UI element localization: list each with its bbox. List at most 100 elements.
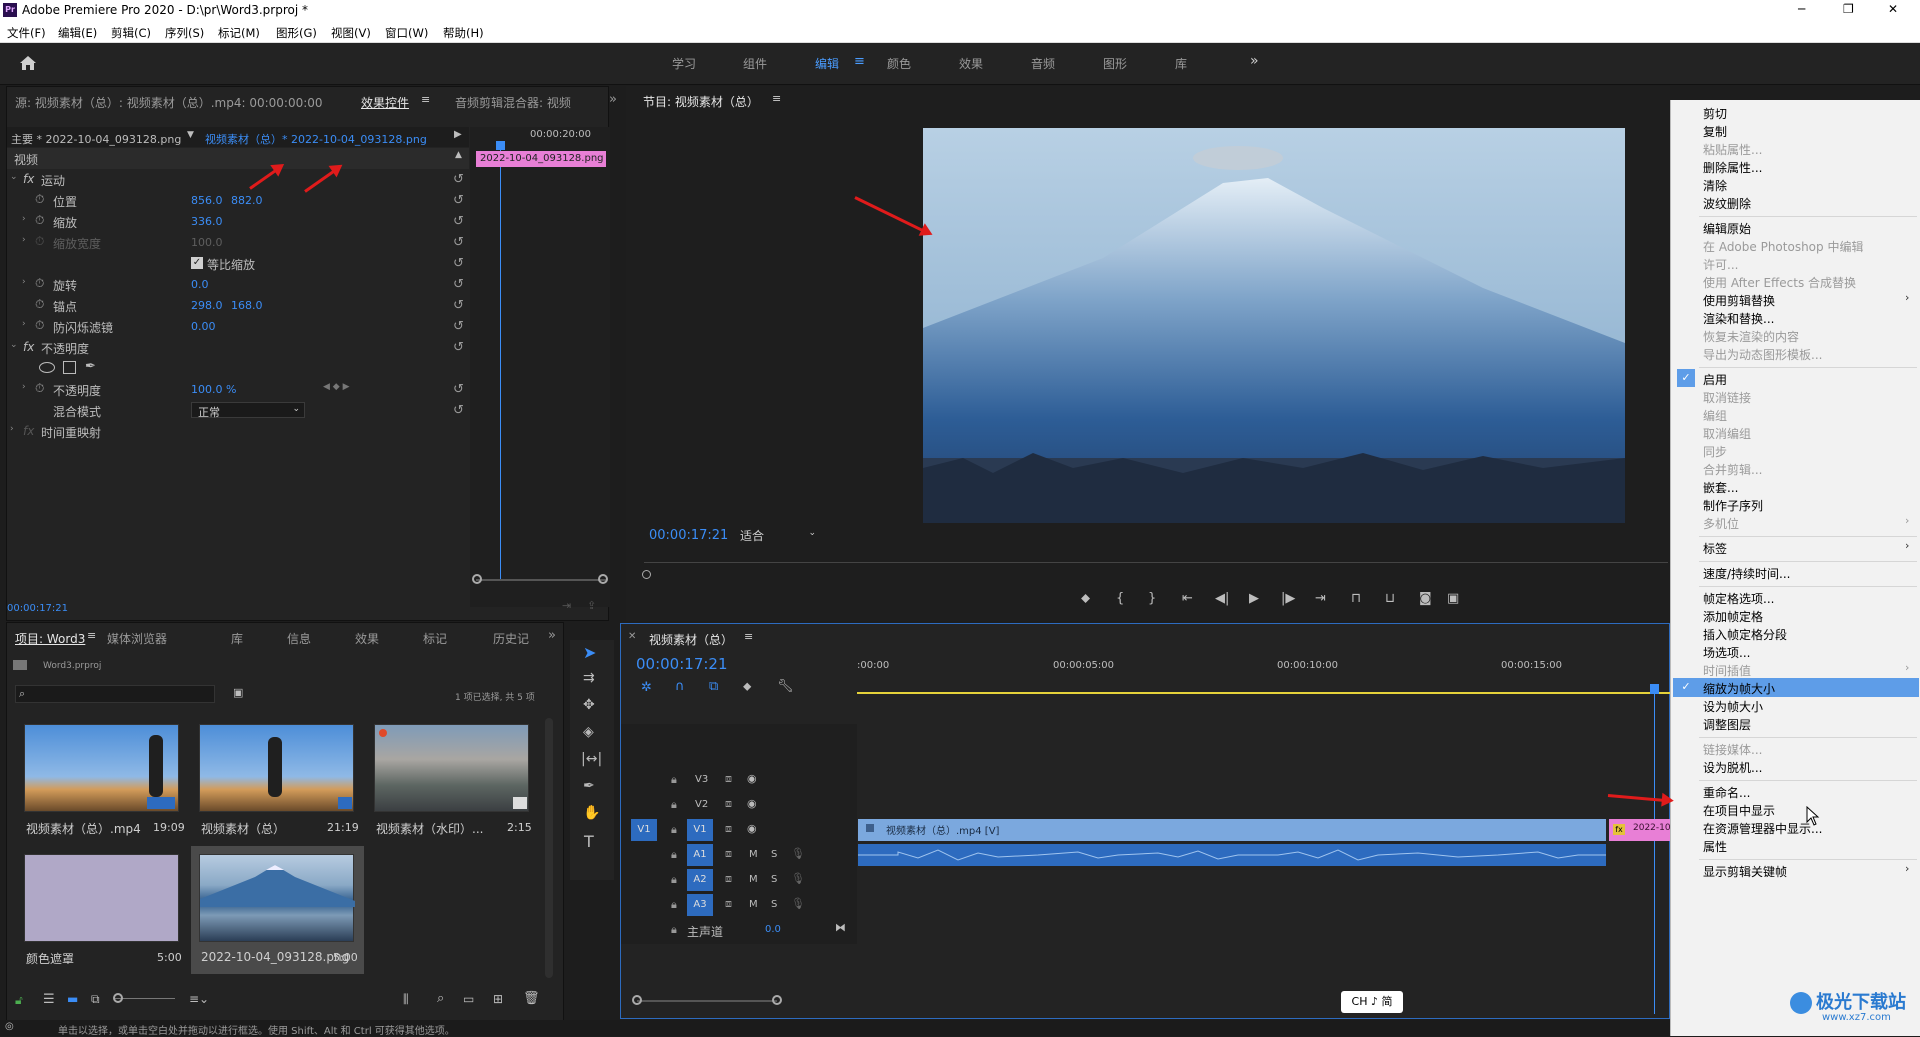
- menu-sequence[interactable]: 序列(S): [165, 25, 204, 41]
- play-only-audio-icon[interactable]: ▶: [454, 129, 462, 140]
- rectangle-mask-icon[interactable]: [63, 361, 76, 374]
- clip-video-v1[interactable]: 视频素材（总）.mp4 [V]: [858, 819, 1606, 841]
- lock-icon[interactable]: 🔒︎: [671, 773, 677, 787]
- share-icon[interactable]: ⇪: [587, 599, 596, 612]
- workspace-menu-icon[interactable]: ≡: [854, 54, 865, 69]
- anchor-x-value[interactable]: 298.0: [191, 299, 223, 312]
- reset-icon[interactable]: ↺: [453, 382, 464, 397]
- stopwatch-icon[interactable]: ⏱: [35, 276, 44, 291]
- lock-icon[interactable]: 🔓︎: [15, 993, 23, 1008]
- tab-info[interactable]: 信息: [287, 630, 311, 647]
- automate-to-sequence-icon[interactable]: ⫼: [403, 992, 409, 1007]
- sync-lock-icon[interactable]: ⧈: [725, 797, 732, 811]
- zoom-slider-handle[interactable]: [113, 993, 123, 1003]
- ellipse-mask-icon[interactable]: [39, 362, 55, 373]
- tab-project[interactable]: 项目: Word3: [15, 630, 85, 647]
- mini-playhead[interactable]: [500, 141, 501, 581]
- anchor-y-value[interactable]: 168.0: [231, 299, 263, 312]
- mic-icon[interactable]: 🎙︎: [791, 897, 805, 910]
- type-tool-icon[interactable]: T: [584, 832, 594, 851]
- context-menu-item[interactable]: 启用: [1703, 371, 1727, 388]
- context-menu-item[interactable]: 嵌套...: [1703, 479, 1738, 496]
- master-volume[interactable]: 0.0: [765, 924, 781, 935]
- linked-selection-icon[interactable]: ⧉: [709, 679, 718, 694]
- program-ruler-start[interactable]: [642, 570, 651, 579]
- add-marker-icon[interactable]: ⬥: [1081, 591, 1090, 606]
- tab-audio-clip-mixer[interactable]: 音频剪辑混合器: 视频: [455, 94, 571, 111]
- ime-indicator[interactable]: CH ♪ 简: [1341, 991, 1403, 1013]
- selection-tool-icon[interactable]: ➤: [583, 643, 596, 662]
- timeline-playhead[interactable]: [1654, 684, 1655, 1014]
- param-antiflicker[interactable]: › ⏱ 防闪烁滤镜 0.00 ↺: [7, 316, 469, 337]
- fit-select[interactable]: 适合 ⌄: [736, 526, 820, 544]
- panel-menu-icon[interactable]: ≡: [87, 629, 96, 642]
- menu-view[interactable]: 视图(V): [331, 25, 371, 41]
- panel-overflow-icon[interactable]: »: [548, 628, 556, 643]
- zoom-slider[interactable]: [115, 998, 175, 999]
- project-item-thumbnail[interactable]: [199, 724, 354, 812]
- timeline-ruler[interactable]: :00:00 00:00:05:00 00:00:10:00 00:00:15:…: [857, 660, 1671, 698]
- context-menu-item[interactable]: 设为帧大小: [1703, 698, 1763, 715]
- go-to-out-icon[interactable]: ⇥: [1315, 591, 1326, 606]
- keyframe-nav-icon[interactable]: ◀ ◆ ▶: [323, 382, 350, 392]
- icon-view-icon[interactable]: ▬: [67, 992, 78, 1006]
- eye-icon[interactable]: ◉: [747, 797, 757, 810]
- find-icon[interactable]: ⌕: [437, 991, 444, 1006]
- project-search-input[interactable]: ⌕: [15, 685, 215, 703]
- add-marker-icon[interactable]: ⬥: [743, 679, 751, 694]
- mute-button[interactable]: M: [749, 874, 758, 885]
- trash-icon[interactable]: 🗑︎: [523, 991, 540, 1006]
- sort-icon[interactable]: ≡⌄: [189, 992, 209, 1006]
- comparison-view-icon[interactable]: ▣: [1447, 591, 1459, 606]
- workspace-learn[interactable]: 学习: [672, 55, 696, 72]
- go-to-in-icon[interactable]: ⇤: [1182, 591, 1193, 606]
- mark-in-icon[interactable]: {: [1116, 591, 1124, 606]
- panel-menu-icon[interactable]: ≡: [744, 630, 753, 643]
- track-a2-header[interactable]: 🔒︎ A2 ⧈ M S 🎙︎: [621, 869, 853, 891]
- context-menu-item[interactable]: 波纹删除: [1703, 195, 1751, 212]
- tab-effects[interactable]: 效果: [355, 630, 379, 647]
- solo-button[interactable]: S: [771, 849, 777, 860]
- param-position[interactable]: ⏱ 位置 856.0 882.0 ↺: [7, 190, 469, 211]
- track-v3-header[interactable]: 🔒︎ V3 ⧈ ◉: [621, 769, 853, 791]
- panel-menu-icon[interactable]: ≡: [421, 93, 430, 106]
- menu-graphics[interactable]: 图形(G): [276, 25, 317, 41]
- close-sequence-icon[interactable]: ✕: [628, 631, 636, 642]
- antiflicker-value[interactable]: 0.00: [191, 320, 216, 333]
- timeline-playhead-handle[interactable]: [1650, 684, 1659, 694]
- context-menu-item[interactable]: 调整图层: [1703, 716, 1751, 733]
- track-a3-header[interactable]: 🔒︎ A3 ⧈ M S 🎙︎: [621, 894, 853, 916]
- context-menu-item[interactable]: 设为脱机...: [1703, 759, 1762, 776]
- sync-lock-icon[interactable]: ⧈: [725, 847, 732, 861]
- param-anchor[interactable]: ⏱ 锚点 298.0 168.0 ↺: [7, 295, 469, 316]
- track-select-tool-icon[interactable]: ⇉: [583, 670, 595, 686]
- stopwatch-icon[interactable]: ⏱: [35, 297, 44, 312]
- workspace-assembly[interactable]: 组件: [743, 55, 767, 72]
- stopwatch-icon[interactable]: ⏱: [35, 318, 44, 333]
- reset-icon[interactable]: ↺: [453, 403, 464, 418]
- context-menu-item[interactable]: 场选项...: [1703, 644, 1750, 661]
- export-frame-icon[interactable]: ⇥: [562, 599, 571, 612]
- work-area-bar[interactable]: [857, 692, 1671, 694]
- snap-icon[interactable]: ∩: [675, 679, 685, 694]
- param-blend-mode[interactable]: 混合模式 正常 ⌄ ↺: [7, 400, 469, 421]
- effect-opacity[interactable]: ⌄ fx 不透明度 ↺: [7, 337, 469, 358]
- source-patch-v1[interactable]: V1: [631, 819, 657, 841]
- reset-icon[interactable]: ↺: [453, 319, 464, 334]
- opacity-value[interactable]: 100.0 %: [191, 383, 236, 396]
- scroll-handle-right[interactable]: [598, 574, 608, 584]
- timeline-timecode[interactable]: 00:00:17:21: [636, 655, 728, 673]
- context-menu-item[interactable]: 重命名...: [1703, 784, 1750, 801]
- context-menu-item[interactable]: 属性: [1703, 838, 1727, 855]
- track-a1-header[interactable]: 🔒︎ A1 ⧈ M S 🎙︎: [621, 844, 853, 866]
- context-menu-item[interactable]: 标签: [1703, 540, 1727, 557]
- context-menu-item[interactable]: 清除: [1703, 177, 1727, 194]
- tab-libraries[interactable]: 库: [231, 630, 243, 647]
- sequence-clip-label[interactable]: 视频素材（总）* 2022-10-04_093128.png: [205, 131, 427, 147]
- reset-icon[interactable]: ↺: [453, 193, 464, 208]
- reset-icon[interactable]: ↺: [453, 214, 464, 229]
- clip-audio-a1[interactable]: [858, 844, 1606, 866]
- param-opacity[interactable]: › ⏱ 不透明度 100.0 % ◀ ◆ ▶ ↺: [7, 379, 469, 400]
- panel-menu-icon[interactable]: ≡: [772, 92, 781, 105]
- mini-timeline[interactable]: 00:00:20:00 2022-10-04_093128.png: [470, 127, 610, 607]
